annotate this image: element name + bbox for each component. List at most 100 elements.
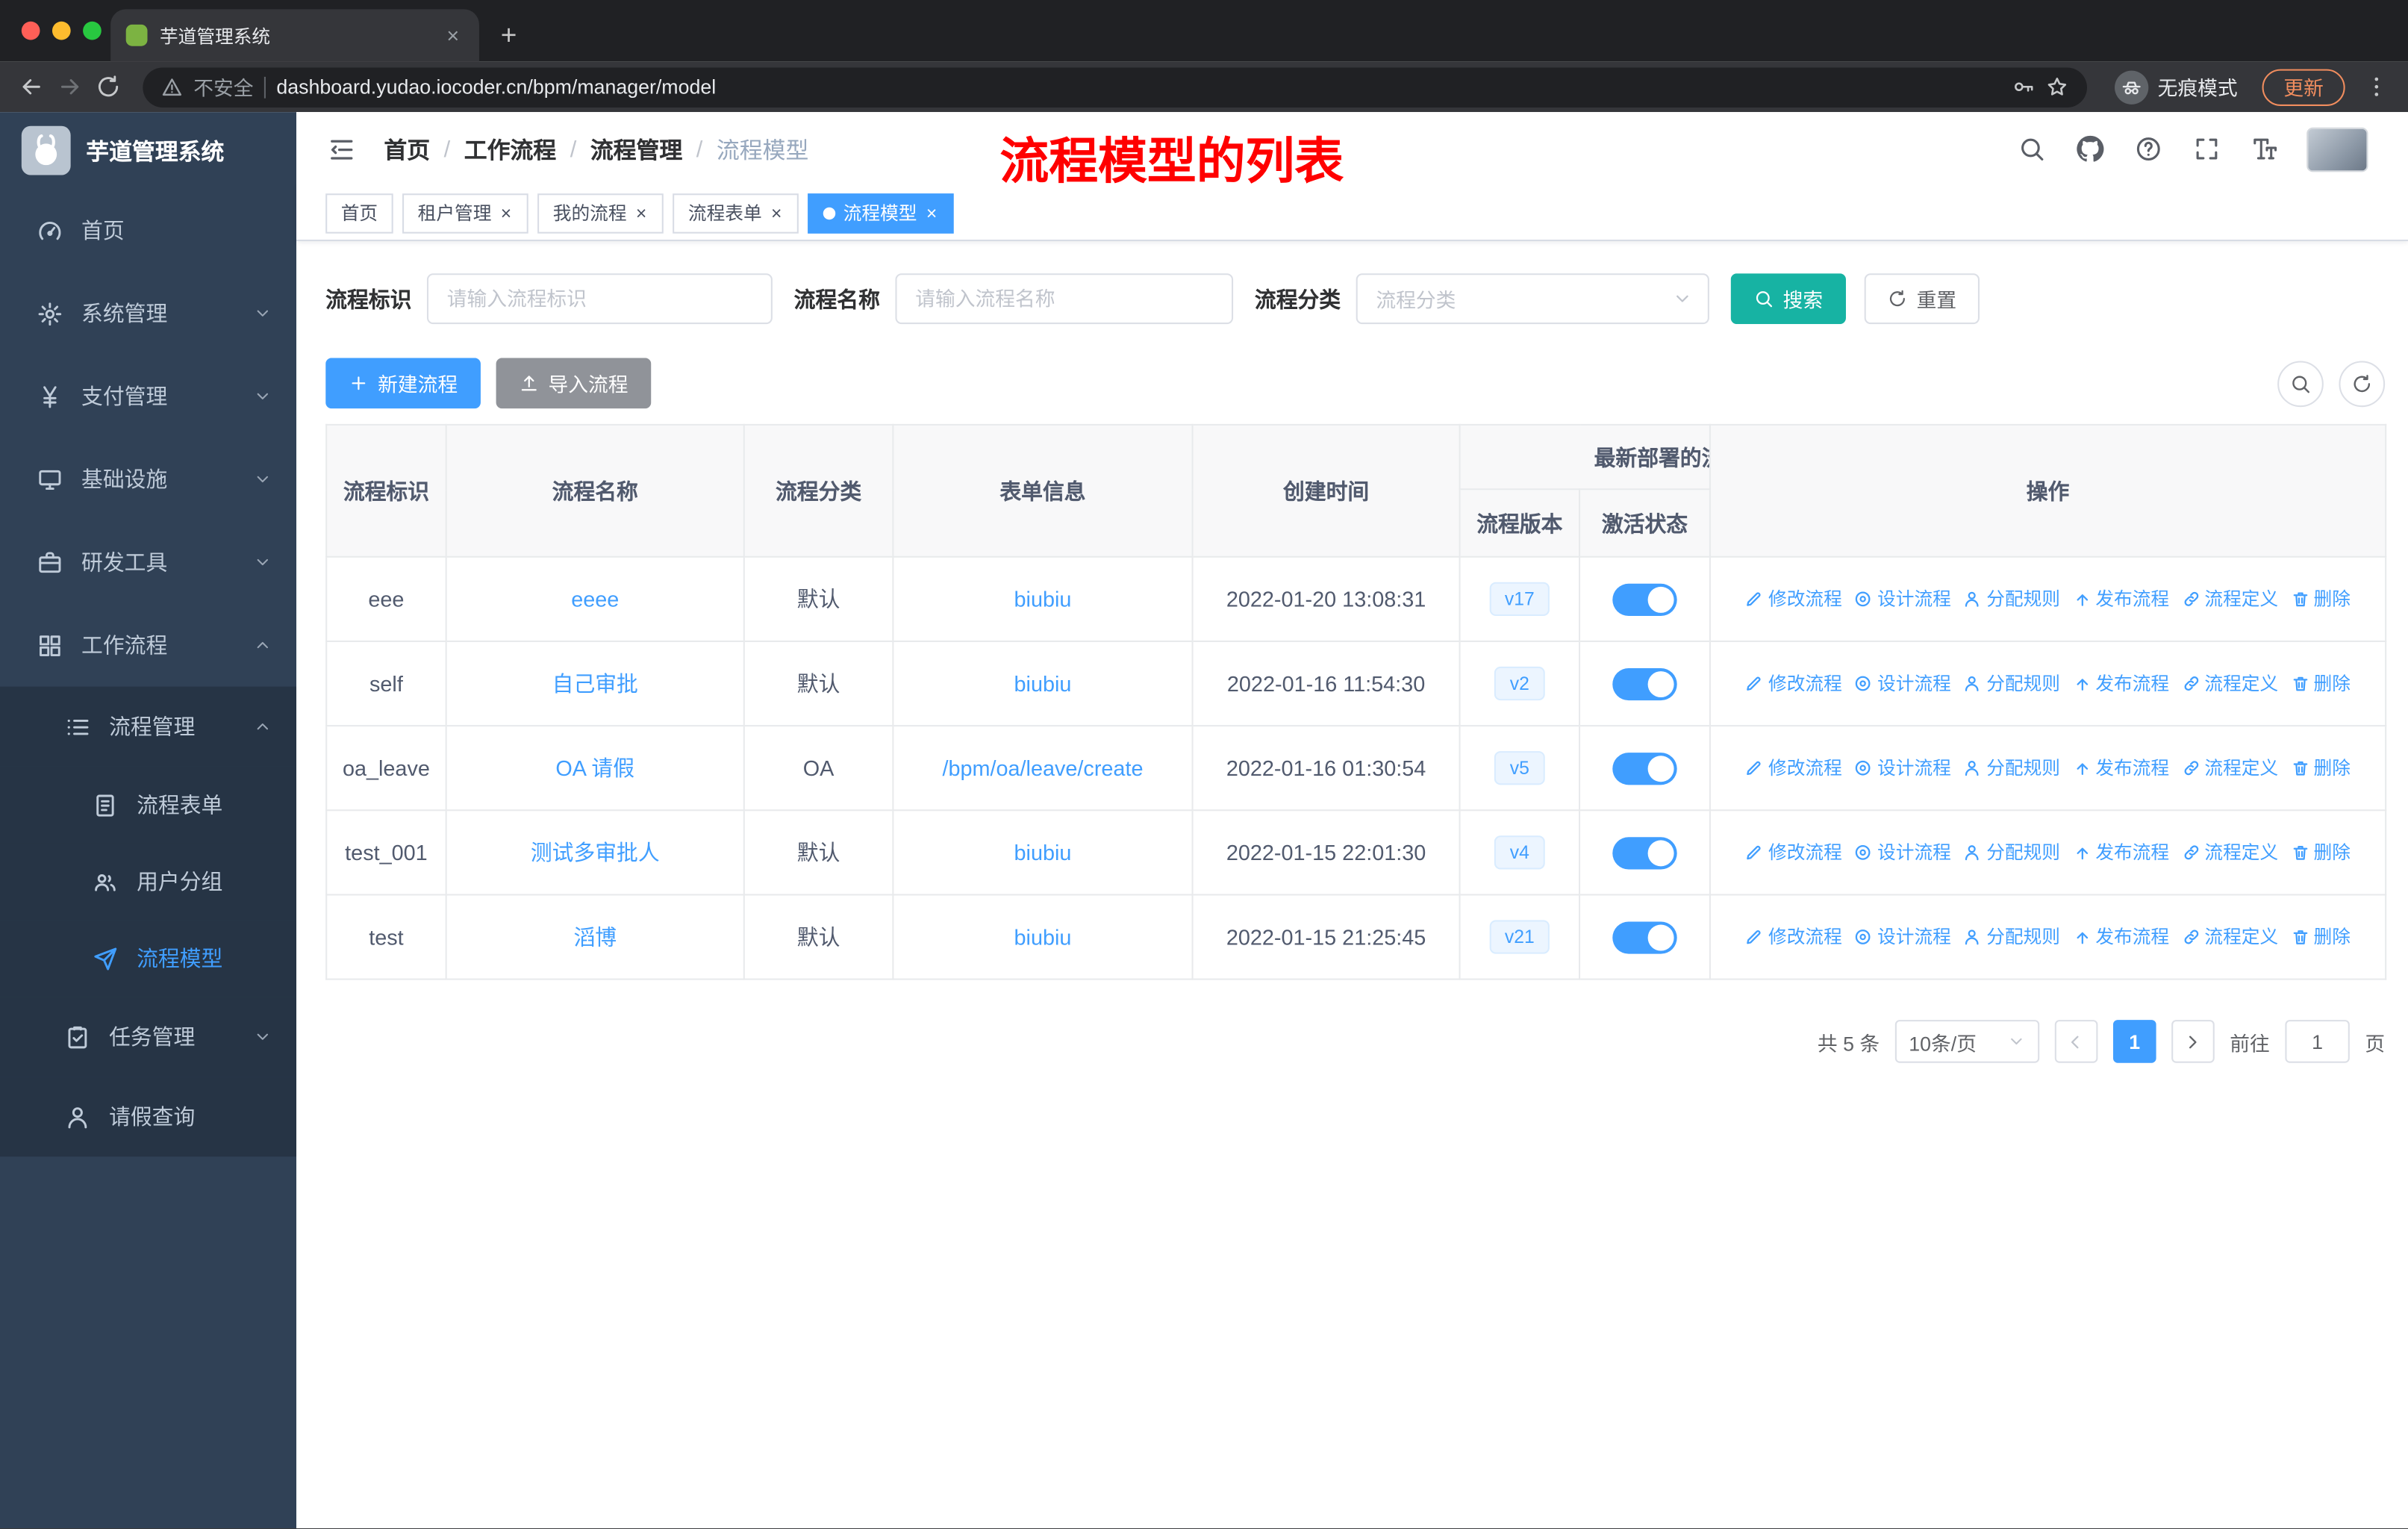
tag-my-process[interactable]: 我的流程 ×: [537, 193, 664, 233]
model-name-link[interactable]: 测试多审批人: [531, 840, 660, 865]
sidebar-item-system[interactable]: 系统管理: [0, 272, 296, 355]
action-publish[interactable]: 发布流程: [2072, 839, 2169, 865]
action-design[interactable]: 设计流程: [1854, 585, 1951, 611]
action-modify[interactable]: 修改流程: [1745, 755, 1842, 781]
zoom-window-button[interactable]: [83, 21, 102, 40]
form-info-link[interactable]: biubiu: [1014, 671, 1072, 696]
active-toggle[interactable]: [1612, 582, 1677, 615]
process-name-input[interactable]: [895, 273, 1234, 325]
reset-button[interactable]: 重置: [1864, 273, 1980, 325]
close-icon[interactable]: ×: [770, 204, 784, 222]
form-info-link[interactable]: /bpm/oa/leave/create: [942, 756, 1143, 780]
search-button[interactable]: 搜索: [1730, 273, 1847, 325]
action-definition[interactable]: 流程定义: [2182, 585, 2278, 611]
action-assign[interactable]: 分配规则: [1963, 585, 2060, 611]
font-size-button[interactable]: [2248, 132, 2282, 166]
github-link-button[interactable]: [2073, 132, 2106, 166]
tag-process-form[interactable]: 流程表单 ×: [673, 193, 799, 233]
action-modify[interactable]: 修改流程: [1745, 839, 1842, 865]
action-design[interactable]: 设计流程: [1854, 924, 1951, 950]
fullscreen-button[interactable]: [2190, 132, 2224, 166]
sidebar-item-workflow[interactable]: 工作流程: [0, 604, 296, 687]
action-definition[interactable]: 流程定义: [2182, 755, 2278, 781]
sidebar-item-leave-query[interactable]: 请假查询: [0, 1077, 297, 1157]
action-assign[interactable]: 分配规则: [1963, 755, 2060, 781]
breadcrumb-item[interactable]: 流程管理: [590, 133, 682, 165]
sidebar-collapse-button[interactable]: [321, 128, 363, 170]
action-definition[interactable]: 流程定义: [2182, 924, 2278, 950]
action-publish[interactable]: 发布流程: [2072, 755, 2169, 781]
address-bar[interactable]: 不安全 dashboard.yudao.iocoder.cn/bpm/manag…: [143, 66, 2087, 107]
page-1-button[interactable]: 1: [2112, 1020, 2156, 1063]
sidebar-item-infrastructure[interactable]: 基础设施: [0, 437, 296, 520]
action-delete[interactable]: 删除: [2291, 670, 2351, 697]
forward-button[interactable]: [54, 71, 86, 103]
action-delete[interactable]: 删除: [2291, 839, 2351, 865]
action-publish[interactable]: 发布流程: [2072, 585, 2169, 611]
refresh-table-button[interactable]: [2339, 360, 2386, 407]
close-icon[interactable]: ×: [925, 204, 939, 222]
category-select[interactable]: 流程分类: [1356, 273, 1709, 325]
sidebar-item-user-group[interactable]: 用户分组: [0, 843, 297, 921]
action-design[interactable]: 设计流程: [1854, 755, 1951, 781]
action-definition[interactable]: 流程定义: [2182, 670, 2278, 697]
breadcrumb-item[interactable]: 工作流程: [464, 133, 556, 165]
header-search-button[interactable]: [2015, 132, 2048, 166]
prev-page-button[interactable]: [2054, 1020, 2098, 1063]
close-icon[interactable]: ×: [499, 204, 514, 222]
import-process-button[interactable]: 导入流程: [496, 358, 652, 409]
page-size-select[interactable]: 10条/页: [1894, 1020, 2040, 1063]
sidebar-item-payment[interactable]: 支付管理: [0, 355, 296, 437]
bookmark-star-icon[interactable]: [2045, 75, 2068, 99]
next-page-button[interactable]: [2171, 1020, 2215, 1063]
active-toggle[interactable]: [1612, 752, 1677, 785]
active-toggle[interactable]: [1612, 667, 1677, 700]
sidebar-item-process-form[interactable]: 流程表单: [0, 766, 297, 844]
action-publish[interactable]: 发布流程: [2072, 924, 2169, 950]
action-design[interactable]: 设计流程: [1854, 670, 1951, 697]
breadcrumb-item[interactable]: 首页: [384, 133, 430, 165]
action-modify[interactable]: 修改流程: [1745, 924, 1842, 950]
close-window-button[interactable]: [21, 21, 40, 40]
action-design[interactable]: 设计流程: [1854, 839, 1951, 865]
create-process-button[interactable]: 新建流程: [325, 358, 481, 409]
process-key-input[interactable]: [426, 273, 773, 325]
tag-process-model[interactable]: 流程模型 ×: [808, 193, 954, 233]
action-assign[interactable]: 分配规则: [1963, 924, 2060, 950]
action-publish[interactable]: 发布流程: [2072, 670, 2169, 697]
action-definition[interactable]: 流程定义: [2182, 839, 2278, 865]
model-name-link[interactable]: eeee: [571, 587, 619, 611]
update-browser-button[interactable]: 更新: [2262, 68, 2345, 105]
browser-tab[interactable]: 芋道管理系统 ×: [110, 9, 479, 62]
new-tab-button[interactable]: +: [501, 22, 517, 49]
user-avatar[interactable]: [2306, 126, 2368, 172]
action-modify[interactable]: 修改流程: [1745, 670, 1842, 697]
form-info-link[interactable]: biubiu: [1014, 587, 1072, 611]
active-toggle[interactable]: [1612, 921, 1677, 953]
goto-page-input[interactable]: [2285, 1020, 2350, 1063]
sidebar-item-process-manage[interactable]: 流程管理: [0, 686, 297, 767]
form-info-link[interactable]: biubiu: [1014, 925, 1072, 950]
action-modify[interactable]: 修改流程: [1745, 585, 1842, 611]
browser-menu-button[interactable]: [2360, 71, 2392, 103]
close-icon[interactable]: ×: [634, 204, 649, 222]
sidebar-item-devtools[interactable]: 研发工具: [0, 520, 296, 603]
docs-help-button[interactable]: [2132, 132, 2165, 166]
minimize-window-button[interactable]: [52, 21, 71, 40]
action-assign[interactable]: 分配规则: [1963, 670, 2060, 697]
active-toggle[interactable]: [1612, 836, 1677, 869]
close-tab-icon[interactable]: ×: [442, 23, 464, 48]
sidebar-item-task-manage[interactable]: 任务管理: [0, 997, 297, 1077]
model-name-link[interactable]: 自己审批: [552, 671, 638, 696]
action-assign[interactable]: 分配规则: [1963, 839, 2060, 865]
reload-button[interactable]: [92, 71, 124, 103]
action-delete[interactable]: 删除: [2291, 585, 2351, 611]
form-info-link[interactable]: biubiu: [1014, 840, 1072, 865]
action-delete[interactable]: 删除: [2291, 924, 2351, 950]
model-name-link[interactable]: 滔博: [573, 925, 617, 950]
url-text[interactable]: dashboard.yudao.iocoder.cn/bpm/manager/m…: [276, 75, 716, 99]
tag-home[interactable]: 首页: [325, 193, 393, 233]
tag-tenant-manage[interactable]: 租户管理 ×: [402, 193, 528, 233]
toggle-search-button[interactable]: [2277, 360, 2324, 407]
back-button[interactable]: [16, 71, 48, 103]
